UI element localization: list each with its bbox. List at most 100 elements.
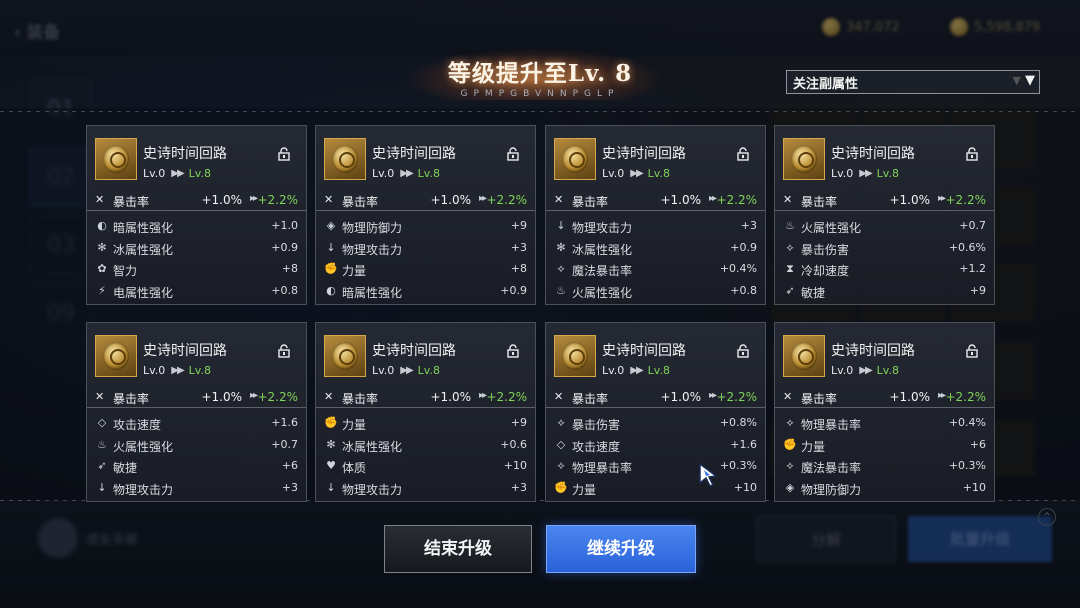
item-name: 史诗时间回路 [143,146,227,162]
ice-attribute-icon: ✻ [97,240,107,254]
sub-stat-value: +6 [281,459,298,472]
time-loop-icon [95,335,137,377]
sub-stat-value: +3 [281,480,298,494]
fire-attribute-icon: ♨ [556,283,566,297]
main-stat-old-value: +1.0% [201,390,242,404]
sub-stat-name: 力量 [342,264,367,278]
lock-icon[interactable] [277,343,291,358]
item-name: 史诗时间回路 [372,146,456,162]
sub-stat-name: 攻击速度 [113,418,162,432]
level-to: Lv.8 [876,167,899,180]
arrow-right-icon: ▶▶ [171,365,184,376]
sub-stat-name: 物理攻击力 [342,482,403,497]
arrow-right-icon: ▶▶ [171,168,184,179]
main-stat-new-value: +2.2% [716,193,757,207]
main-stat-new-value: +2.2% [257,193,298,207]
main-stat: ✕ 暴击率 +1.0% ▸▸ +2.2% [316,386,535,408]
time-loop-icon [554,335,596,377]
dark-attribute-icon: ◐ [326,283,336,297]
equipment-card[interactable]: 史诗时间回路 Lv.0 ▶▶ Lv.8 ✕ 暴击率 +1.0% ▸▸ +2.2% ♨ 火属性强化 +0… [774,125,995,305]
level-from: Lv.0 [372,167,395,180]
lock-icon[interactable] [965,343,979,358]
agility-icon: ➶ [785,283,795,297]
lock-icon[interactable] [736,343,750,358]
sub-stat: ♨ 火属性强化 +0.7 [775,216,994,237]
sub-stat: ✿ 智力 +8 [87,259,306,280]
sub-stat-name: 冷却速度 [801,264,850,278]
card-header: 史诗时间回路 Lv.0 ▶▶ Lv.8 [316,126,535,186]
item-name: 史诗时间回路 [602,343,686,359]
main-stat: ✕ 暴击率 +1.0% ▸▸ +2.2% [546,189,765,211]
equipment-card[interactable]: 史诗时间回路 Lv.0 ▶▶ Lv.8 ✕ 暴击率 +1.0% ▸▸ +2.2% ⟡ 暴击伤害 +0.… [545,322,766,502]
substat-filter-dropdown[interactable]: 关注副属性 ▼ ▼ [786,70,1040,94]
sub-stat: ↓ 物理攻击力 +3 [546,216,765,237]
arrow-right-icon: ▸▸ [708,390,717,401]
main-stat-old-value: +1.0% [889,193,930,207]
attack-speed-icon: ◇ [556,437,566,451]
level-from: Lv.0 [143,167,166,180]
sub-stat: ♥ 体质 +10 [316,456,535,477]
fire-attribute-icon: ♨ [97,437,107,451]
lock-icon[interactable] [506,343,520,358]
level-to: Lv.8 [188,167,211,180]
level-to: Lv.8 [417,364,440,377]
page-title: 等级提升至Lv. 8 [447,60,633,87]
level-change: Lv.0 ▶▶ Lv.8 [831,167,899,180]
strength-icon: ✊ [554,480,568,494]
level-to: Lv.8 [188,364,211,377]
arrow-right-icon: ▶▶ [630,365,643,376]
sub-stat: ✊ 力量 +6 [775,435,994,456]
sub-stat-value: +0.6 [500,437,527,451]
sub-stat-value: +0.8 [730,283,757,297]
main-stat-name: 暴击率 [342,195,379,209]
sub-stat-name: 暗属性强化 [342,285,403,300]
equipment-card[interactable]: 史诗时间回路 Lv.0 ▶▶ Lv.8 ✕ 暴击率 +1.0% ▸▸ +2.2% ◇ 攻击速度 +1.… [86,322,307,502]
sub-stat-name: 敏捷 [113,461,138,475]
sub-stat-value: +0.3% [719,459,757,472]
sub-stat-name: 敏捷 [801,285,826,300]
equipment-card[interactable]: 史诗时间回路 Lv.0 ▶▶ Lv.8 ✕ 暴击率 +1.0% ▸▸ +2.2% ◐ 暗属性强化 +1… [86,125,307,305]
physical-attack-icon: ↓ [556,219,566,232]
sub-stat-name: 攻击速度 [572,439,621,454]
chevron-down-icon: ▼ [1025,73,1035,88]
time-loop-icon [783,335,825,377]
sub-stat-value: +1.0 [271,219,298,232]
sub-stat: ⟡ 暴击伤害 +0.6% [775,238,994,259]
sub-stat-name: 物理攻击力 [113,482,174,497]
sub-stat-name: 力量 [572,482,597,497]
equipment-card[interactable]: 史诗时间回路 Lv.0 ▶▶ Lv.8 ✕ 暴击率 +1.0% ▸▸ +2.2% ◈ 物理防御力 +9… [315,125,536,305]
crit-icon: ✕ [324,193,334,206]
lock-icon[interactable] [736,146,750,161]
ice-attribute-icon: ✻ [556,240,566,254]
sub-stat-name: 物理暴击率 [801,418,862,432]
card-header: 史诗时间回路 Lv.0 ▶▶ Lv.8 [316,323,535,383]
lock-icon[interactable] [506,146,520,161]
continue-upgrade-button[interactable]: 继续升级 [546,525,696,573]
card-header: 史诗时间回路 Lv.0 ▶▶ Lv.8 [87,323,306,383]
arrow-right-icon: ▶▶ [630,168,643,179]
sub-stat-value: +0.3% [948,459,986,472]
main-stat: ✕ 暴击率 +1.0% ▸▸ +2.2% [87,386,306,408]
lock-icon[interactable] [277,146,291,161]
sub-stat-value: +9 [510,219,527,232]
time-loop-icon [95,138,137,180]
sub-stat-value: +0.8% [719,416,757,429]
equipment-card[interactable]: 史诗时间回路 Lv.0 ▶▶ Lv.8 ✕ 暴击率 +1.0% ▸▸ +2.2% ⟡ 物理暴击率 +0… [774,322,995,502]
sub-stat: ⧗ 冷却速度 +1.2 [775,259,994,280]
sub-stat-value: +0.4% [948,416,986,429]
sub-stat-name: 暴击伤害 [572,418,621,432]
end-upgrade-button[interactable]: 结束升级 [384,525,532,573]
lock-icon[interactable] [965,146,979,161]
sub-stat: ✻ 冰属性强化 +0.6 [316,435,535,456]
sub-stat-value: +9 [510,416,527,429]
sub-stat-value: +0.4% [719,262,757,275]
dropdown-label: 关注副属性 [793,76,859,92]
level-change: Lv.0 ▶▶ Lv.8 [602,364,670,377]
equipment-card[interactable]: 史诗时间回路 Lv.0 ▶▶ Lv.8 ✕ 暴击率 +1.0% ▸▸ +2.2% ↓ 物理攻击力 +3… [545,125,766,305]
main-stat: ✕ 暴击率 +1.0% ▸▸ +2.2% [775,189,994,211]
vitality-icon: ♥ [326,459,336,472]
sub-stat: ⟡ 魔法暴击率 +0.3% [775,456,994,477]
main-stat-old-value: +1.0% [889,390,930,404]
sub-stat: ✊ 力量 +9 [316,413,535,434]
equipment-card[interactable]: 史诗时间回路 Lv.0 ▶▶ Lv.8 ✕ 暴击率 +1.0% ▸▸ +2.2% ✊ 力量 +9 ✻ 冰属… [315,322,536,502]
